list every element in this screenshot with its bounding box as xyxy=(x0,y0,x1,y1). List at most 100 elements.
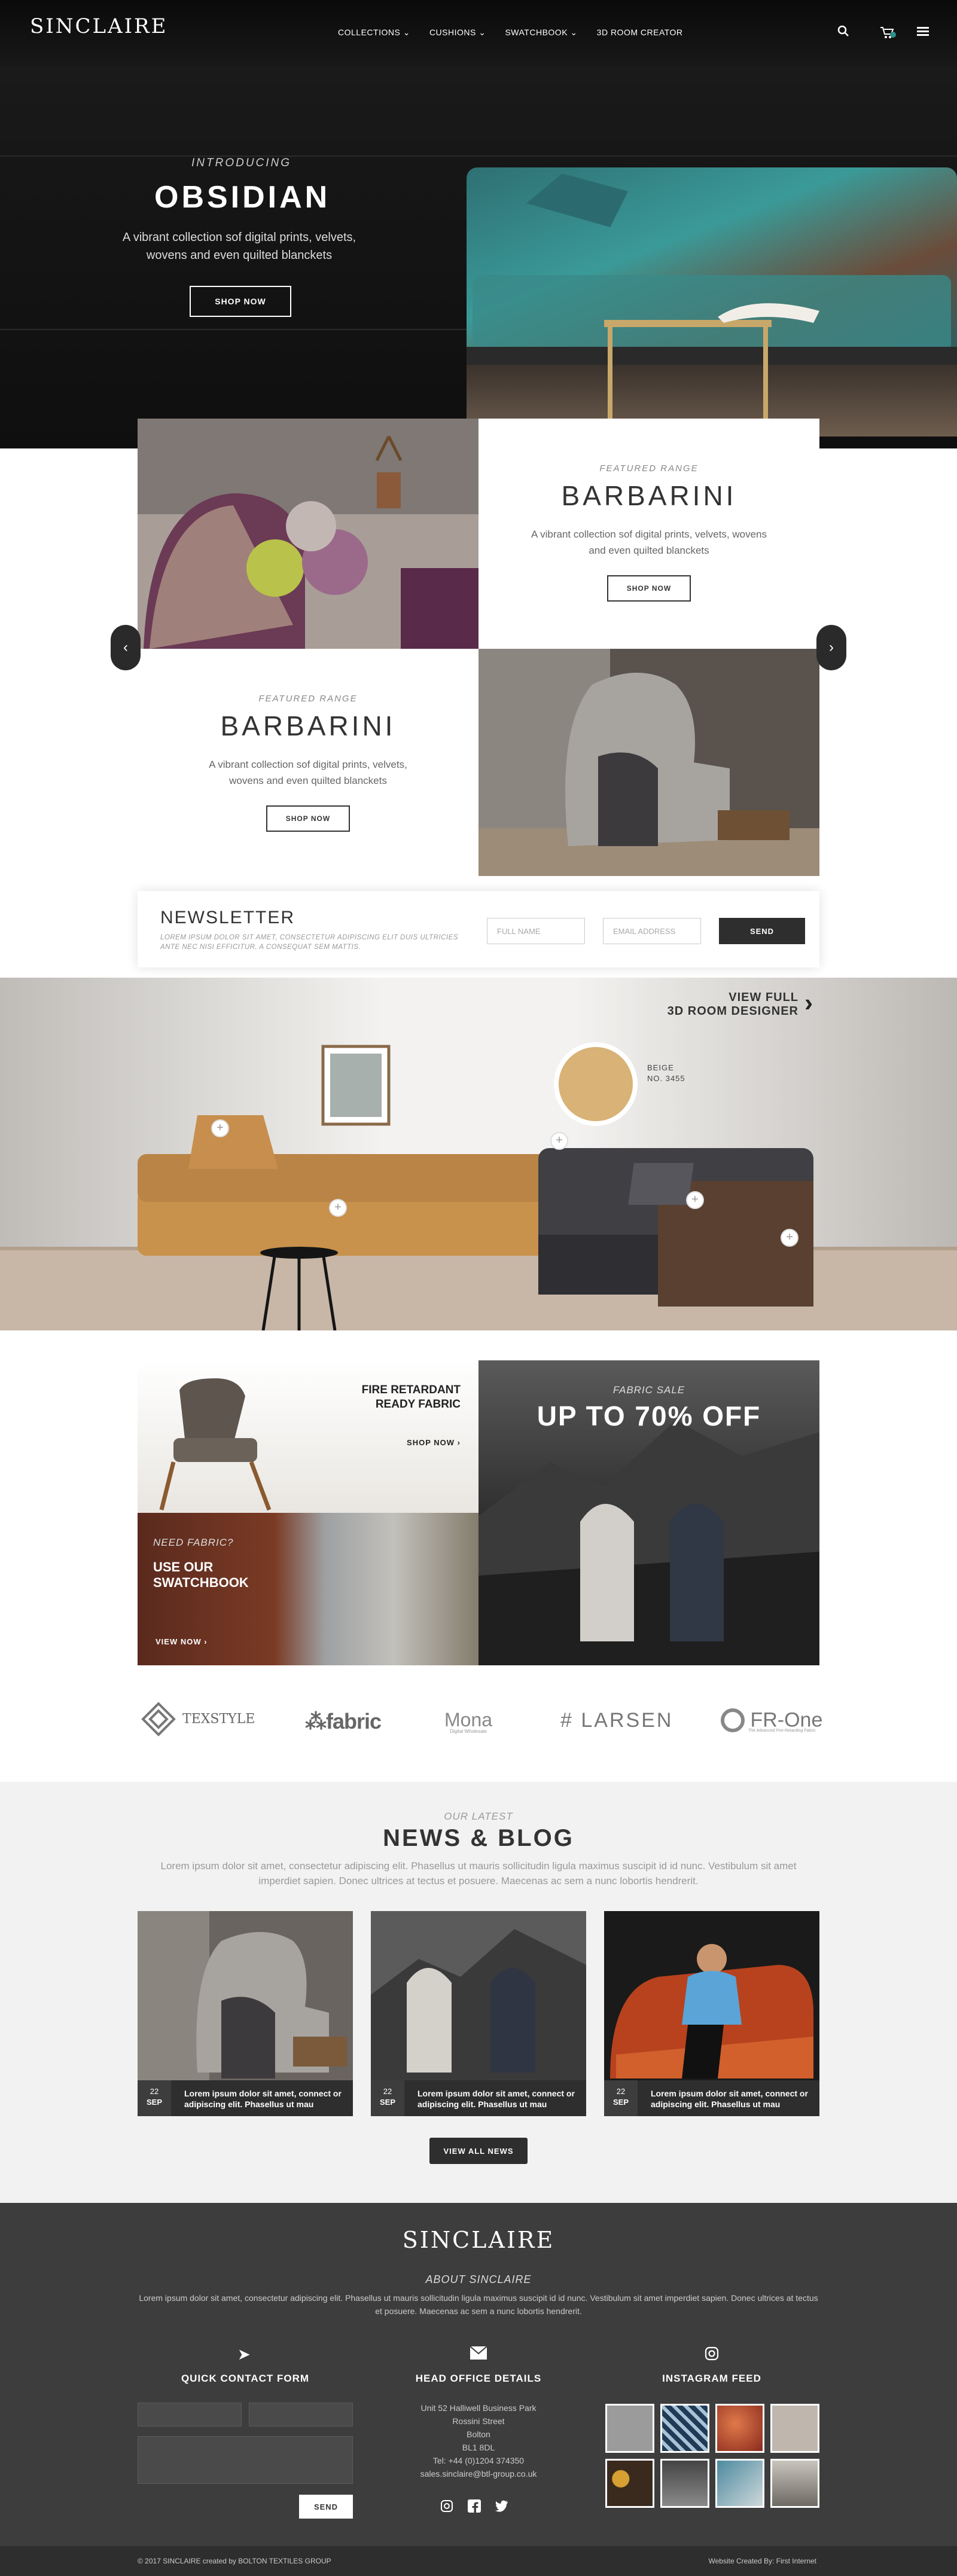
featured-card-2: FEATURED RANGE BARBARINI A vibrant colle… xyxy=(138,649,478,876)
office-address: Unit 52 Halliwell Business Park Rossini … xyxy=(371,2401,586,2480)
contact-form-title: QUICK CONTACT FORM xyxy=(181,2373,310,2384)
address-line: Unit 52 Halliwell Business Park xyxy=(420,2403,537,2413)
room-designer-link[interactable]: VIEW FULL 3D ROOM DESIGNER xyxy=(664,991,798,1018)
blog-title: NEWS & BLOG xyxy=(383,1825,574,1851)
menu-icon[interactable] xyxy=(917,26,929,40)
nav-collections[interactable]: COLLECTIONS ⌄ xyxy=(338,28,410,38)
address-line: Bolton xyxy=(467,2430,490,2439)
featured-shop-button[interactable]: SHOP NOW xyxy=(266,805,350,832)
swatchbook-tile[interactable]: NEED FABRIC? USE OUR SWATCHBOOK VIEW NOW… xyxy=(138,1513,478,1665)
cart-icon[interactable] xyxy=(879,25,896,43)
site-header: SINCLAIRE COLLECTIONS ⌄ CUSHIONS ⌄ SWATC… xyxy=(0,0,957,66)
hotspot-plus-icon[interactable]: + xyxy=(211,1119,229,1137)
featured-kicker: FEATURED RANGE xyxy=(599,463,699,474)
nav-label: SWATCHBOOK xyxy=(505,28,568,37)
nav-cushions[interactable]: CUSHIONS ⌄ xyxy=(429,28,486,38)
hotspot-plus-icon[interactable]: + xyxy=(550,1132,568,1150)
footer-logo[interactable]: SINCLAIRE xyxy=(0,2227,957,2253)
instagram-photo[interactable] xyxy=(715,2459,764,2508)
swatch-name: BEIGE xyxy=(647,1063,674,1072)
newsletter-panel: NEWSLETTER LOREM IPSUM DOLOR SIT AMET, C… xyxy=(138,891,819,967)
featured-description: A vibrant collection sof digital prints,… xyxy=(531,529,767,556)
blog-card-caption: 22 SEP Lorem ipsum dolor sit amet, connec… xyxy=(371,2080,586,2116)
about-title: ABOUT SINCLAIRE xyxy=(425,2273,532,2285)
swatch-label: BEIGE NO. 3455 xyxy=(647,1063,685,1084)
hotspot-plus-icon[interactable]: + xyxy=(329,1199,347,1217)
phone-number[interactable]: Tel: +44 (0)1204 374350 xyxy=(371,2454,586,2467)
featured-title: BARBARINI xyxy=(561,480,737,511)
fire-tile-title: FIRE RETARDANT READY FABRIC xyxy=(361,1384,461,1411)
brand-label: LARSEN xyxy=(581,1709,673,1732)
instagram-icon[interactable] xyxy=(440,2499,453,2513)
hero-banner: INTRODUCING OBSIDIAN A vibrant collectio… xyxy=(0,66,957,448)
blog-kicker: OUR LATEST xyxy=(444,1811,513,1822)
hotspot-plus-icon[interactable]: + xyxy=(686,1191,704,1209)
instagram-photo[interactable] xyxy=(605,2404,654,2453)
site-credit[interactable]: Website Created By: First Internet xyxy=(658,2557,816,2565)
blog-excerpt: Lorem ipsum dolor sit amet, connect or a… xyxy=(651,2089,808,2109)
blog-excerpt: Lorem ipsum dolor sit amet, connect or a… xyxy=(184,2089,342,2109)
date-month: SEP xyxy=(612,2098,629,2107)
newsletter-send-button[interactable]: SEND xyxy=(719,918,805,944)
instagram-photo[interactable] xyxy=(660,2404,709,2453)
instagram-photo[interactable] xyxy=(770,2404,819,2453)
full-name-input[interactable]: FULL NAME xyxy=(487,918,585,944)
chevron-right-icon[interactable]: › xyxy=(804,988,813,1017)
main-nav: COLLECTIONS ⌄ CUSHIONS ⌄ SWATCHBOOK ⌄ 3D… xyxy=(338,28,683,38)
brand-mona[interactable]: Mona Digital Wholesale xyxy=(444,1709,492,1734)
twitter-icon[interactable] xyxy=(495,2499,508,2513)
blog-card[interactable]: 22 SEP Lorem ipsum dolor sit amet, connec… xyxy=(138,1911,353,2117)
contact-email-field[interactable] xyxy=(249,2403,353,2427)
fire-shop-link[interactable]: SHOP NOW › xyxy=(386,1438,461,1447)
instagram-feed-title: INSTAGRAM FEED xyxy=(662,2373,761,2384)
nav-swatchbook[interactable]: SWATCHBOOK ⌄ xyxy=(505,28,577,38)
hero-kicker: INTRODUCING xyxy=(191,157,292,169)
email-link[interactable]: sales.sinclaire@btl-group.co.uk xyxy=(371,2467,586,2480)
fabric-sale-tile[interactable]: FABRIC SALE UP TO 70% OFF xyxy=(478,1360,819,1665)
instagram-photo[interactable] xyxy=(605,2459,654,2508)
blog-intro: Lorem ipsum dolor sit amet, consectetur … xyxy=(160,1860,797,1887)
fire-retardant-tile[interactable]: FIRE RETARDANT READY FABRIC SHOP NOW › xyxy=(138,1360,478,1513)
instagram-photo[interactable] xyxy=(660,2459,709,2508)
contact-message-field[interactable] xyxy=(138,2436,353,2484)
brand-fr-one[interactable]: FR-One The Advanced Fire-Retarding Fabri… xyxy=(721,1708,822,1733)
brand-fabric[interactable]: ⁂fabric xyxy=(305,1709,382,1734)
view-all-news-button[interactable]: VIEW ALL NEWS xyxy=(429,2138,528,2164)
date-month: SEP xyxy=(379,2098,395,2107)
hero-shop-button[interactable]: SHOP NOW xyxy=(190,286,291,317)
next-arrow[interactable]: › xyxy=(816,625,846,670)
featured-card-1: FEATURED RANGE BARBARINI A vibrant colle… xyxy=(478,419,819,649)
nav-label: COLLECTIONS xyxy=(338,28,401,37)
blog-card-caption: 22 SEP Lorem ipsum dolor sit amet, connec… xyxy=(138,2080,353,2116)
search-icon[interactable] xyxy=(837,25,849,41)
hotspot-plus-icon[interactable]: + xyxy=(781,1229,798,1247)
instagram-photo[interactable] xyxy=(770,2459,819,2508)
date-month: SEP xyxy=(146,2098,162,2107)
contact-send-button[interactable]: SEND xyxy=(299,2495,353,2519)
brand-larsen[interactable]: # LARSEN xyxy=(560,1709,673,1732)
brand-sub: Digital Wholesale xyxy=(450,1729,487,1734)
email-input[interactable]: EMAIL ADDRESS xyxy=(603,918,701,944)
featured-shop-button[interactable]: SHOP NOW xyxy=(607,575,691,602)
facebook-icon[interactable] xyxy=(468,2499,481,2513)
blog-card[interactable]: 22 SEP Lorem ipsum dolor sit amet, connec… xyxy=(371,1911,586,2117)
address-line: BL1 8DL xyxy=(462,2443,495,2452)
nav-3d-room-creator[interactable]: 3D ROOM CREATOR xyxy=(597,28,683,38)
instagram-photo[interactable] xyxy=(715,2404,764,2453)
featured-description: A vibrant collection sof digital prints,… xyxy=(209,759,407,786)
office-title: HEAD OFFICE DETAILS xyxy=(415,2373,542,2384)
contact-name-field[interactable] xyxy=(138,2403,242,2427)
brand-label: FR-One xyxy=(750,1708,823,1732)
brand-texstyle[interactable]: TEXSTYLE xyxy=(141,1701,255,1737)
featured-title: BARBARINI xyxy=(220,710,396,741)
brand-label: Mona xyxy=(444,1709,493,1730)
blog-card-image xyxy=(371,1911,586,2114)
larsen-logo-icon: # xyxy=(560,1709,574,1732)
logo[interactable]: SINCLAIRE xyxy=(30,14,167,38)
copyright: © 2017 SINCLAIRE created by BOLTON TEXTI… xyxy=(138,2557,331,2565)
view-now-link[interactable]: VIEW NOW › xyxy=(156,1637,208,1646)
prev-arrow[interactable]: ‹ xyxy=(111,625,141,670)
paper-plane-icon: ➤ xyxy=(237,2345,251,2363)
blog-card[interactable]: 22 SEP Lorem ipsum dolor sit amet, connec… xyxy=(604,1911,819,2117)
blog-card-caption: 22 SEP Lorem ipsum dolor sit amet, connec… xyxy=(604,2080,819,2116)
